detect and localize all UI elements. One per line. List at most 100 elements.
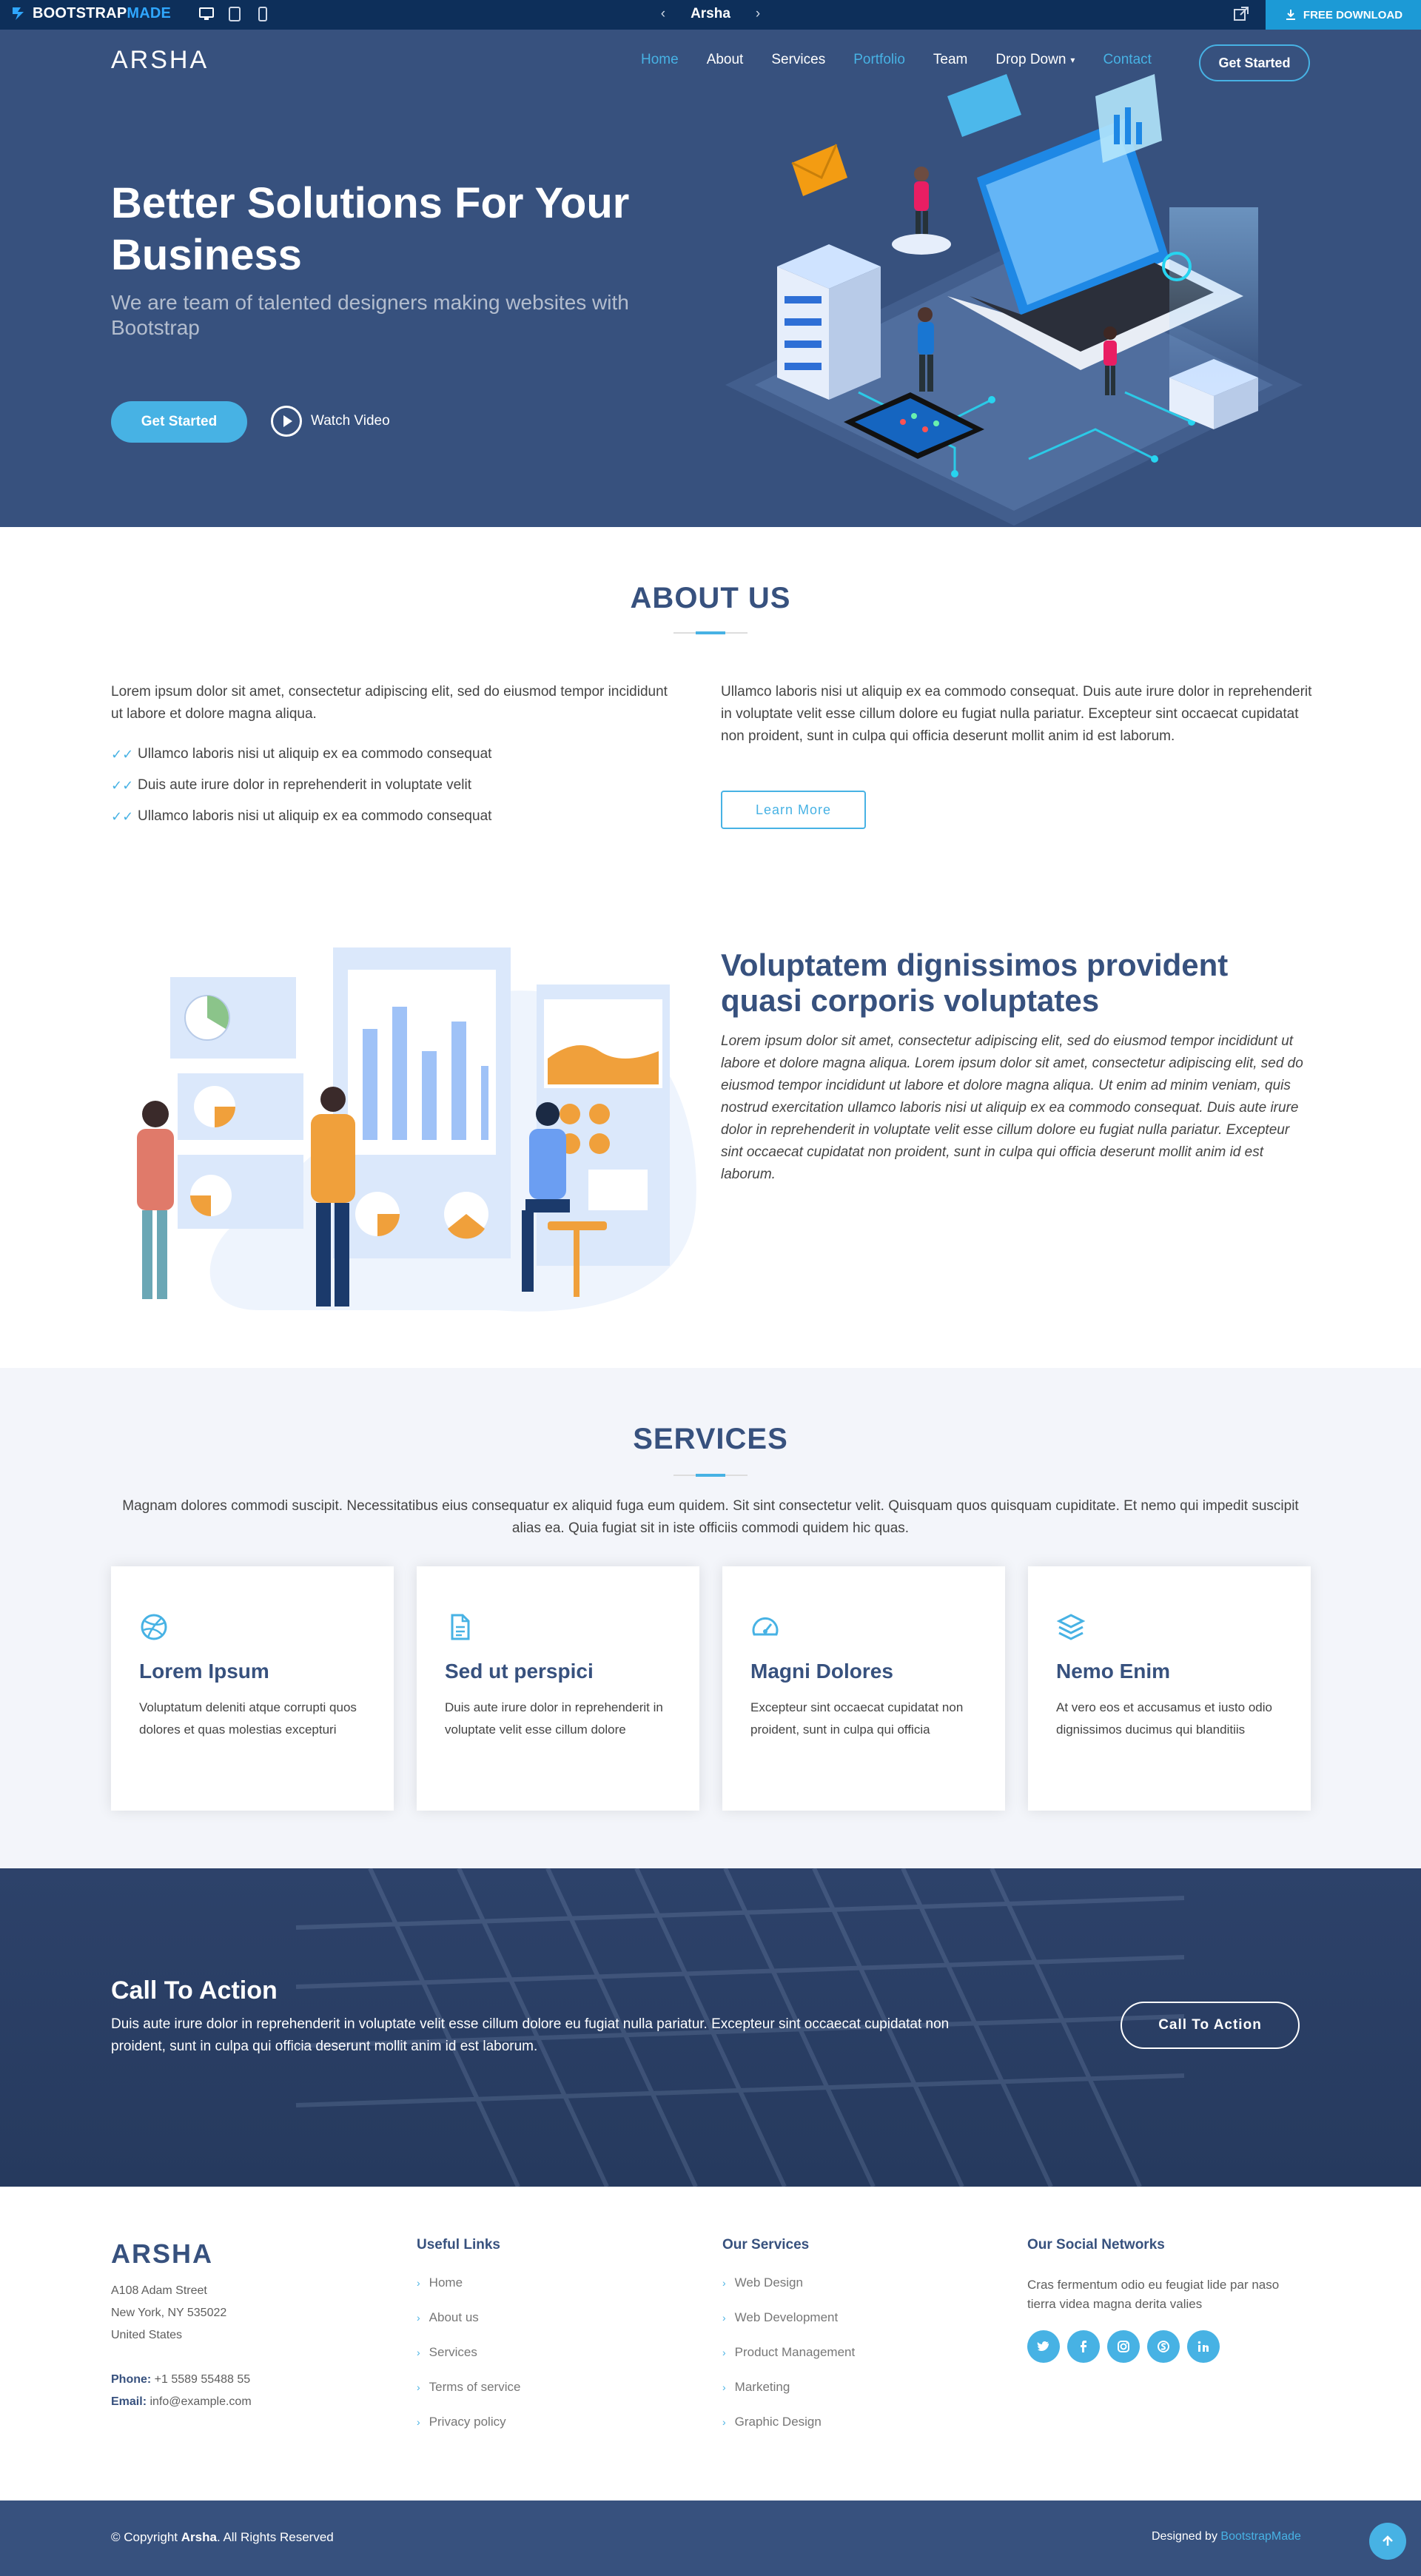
- service-card-nemo-enim[interactable]: Nemo Enim At vero eos et accusamus et iu…: [1028, 1566, 1311, 1811]
- call-to-action-button[interactable]: Call To Action: [1121, 2002, 1300, 2049]
- play-icon: [271, 406, 302, 437]
- footer-link-terms[interactable]: › Terms of service: [417, 2369, 520, 2404]
- about-title-divider: [673, 631, 748, 634]
- footer-link-privacy[interactable]: › Privacy policy: [417, 2404, 520, 2439]
- footer-bottom: © Copyright Arsha. All Rights Reserved D…: [0, 2500, 1421, 2576]
- main-nav: Home About Services Portfolio Team Drop …: [641, 52, 1180, 68]
- why-us-illustration: [137, 947, 696, 1312]
- back-to-top-button[interactable]: [1369, 2523, 1406, 2560]
- designer-link[interactable]: BootstrapMade: [1220, 2530, 1301, 2543]
- download-icon: [1286, 10, 1295, 20]
- next-theme-icon[interactable]: ›: [756, 6, 760, 22]
- cta-title: Call To Action: [111, 1976, 278, 2005]
- nav-home[interactable]: Home: [641, 52, 679, 68]
- service-card-title: Sed ut perspici: [445, 1660, 594, 1683]
- about-list-item-3: Ullamco laboris nisi ut aliquip ex ea co…: [138, 808, 492, 824]
- chevron-right-icon: ›: [417, 2311, 420, 2324]
- why-us-title: Voluptatem dignissimos provident quasi c…: [721, 947, 1229, 1018]
- footer-service-web-development[interactable]: › Web Development: [722, 2300, 855, 2335]
- about-list: ✓✓ Ullamco laboris nisi ut aliquip ex ea …: [111, 739, 673, 832]
- chevron-right-icon: ›: [722, 2276, 726, 2289]
- facebook-icon[interactable]: [1067, 2330, 1100, 2363]
- credits: Designed by BootstrapMade: [1152, 2530, 1301, 2543]
- footer-link-home[interactable]: › Home: [417, 2265, 520, 2300]
- footer-link-label: Services: [429, 2344, 477, 2359]
- hero-illustration: [725, 74, 1303, 526]
- footer-contact: Phone: +1 5589 55488 55 Email: info@exam…: [111, 2369, 252, 2413]
- hero-get-started-button[interactable]: Get Started: [111, 401, 247, 443]
- phone-value: +1 5589 55488 55: [154, 2373, 251, 2386]
- double-check-icon: ✓✓: [111, 808, 134, 824]
- service-card-sed-ut-perspici[interactable]: Sed ut perspici Duis aute irure dolor in…: [417, 1566, 699, 1811]
- chevron-right-icon: ›: [722, 2415, 726, 2428]
- nav-about[interactable]: About: [707, 52, 744, 68]
- twitter-icon[interactable]: [1027, 2330, 1060, 2363]
- footer-service-product-management[interactable]: › Product Management: [722, 2335, 855, 2369]
- footer-social-text: Cras fermentum odio eu feugiat lide par …: [1027, 2278, 1280, 2311]
- free-download-button[interactable]: FREE DOWNLOAD: [1266, 0, 1421, 30]
- footer-brand: ARSHA: [111, 2238, 214, 2269]
- nav-dropdown[interactable]: Drop Down ▾: [995, 52, 1075, 68]
- footer-link-services[interactable]: › Services: [417, 2335, 520, 2369]
- service-card-magni-dolores[interactable]: Magni Dolores Excepteur sint occaecat cu…: [722, 1566, 1005, 1811]
- footer-social-title: Our Social Networks: [1027, 2237, 1165, 2253]
- double-check-icon: ✓✓: [111, 777, 134, 793]
- chevron-right-icon: ›: [417, 2276, 420, 2289]
- footer-address: A108 Adam Street New York, NY 535022 Uni…: [111, 2280, 226, 2347]
- layers-icon: [1056, 1614, 1086, 1640]
- nav-services[interactable]: Services: [771, 52, 825, 68]
- service-card-text: Duis aute irure dolor in reprehenderit i…: [445, 1700, 663, 1737]
- services-intro: Magnam dolores commodi suscipit. Necessi…: [122, 1498, 1299, 1536]
- footer-link-label: Privacy policy: [429, 2414, 506, 2429]
- speedometer-icon: [752, 1617, 779, 1636]
- footer-link-label: Home: [429, 2275, 463, 2290]
- chevron-right-icon: ›: [417, 2346, 420, 2358]
- social-links: [1027, 2330, 1220, 2363]
- nav-team[interactable]: Team: [933, 52, 967, 68]
- address-line-1: A108 Adam Street: [111, 2284, 207, 2297]
- service-card-title: Nemo Enim: [1056, 1660, 1171, 1683]
- instagram-icon[interactable]: [1107, 2330, 1140, 2363]
- site-logo[interactable]: ARSHA: [111, 46, 209, 75]
- address-line-2: New York, NY 535022: [111, 2307, 227, 2319]
- free-download-label: FREE DOWNLOAD: [1303, 8, 1403, 21]
- about-left-text: Lorem ipsum dolor sit amet, consectetur …: [111, 684, 668, 722]
- footer-our-services: Our Services › Web Design › Web Developmen…: [722, 2237, 855, 2439]
- footer-our-services-title: Our Services: [722, 2237, 810, 2253]
- email-label: Email:: [111, 2395, 147, 2408]
- services-title: SERVICES: [633, 1423, 788, 1455]
- nav-contact[interactable]: Contact: [1103, 52, 1151, 68]
- chevron-right-icon: ›: [722, 2311, 726, 2324]
- services-title-divider: [673, 1474, 748, 1477]
- arrow-up-icon: [1383, 2535, 1393, 2546]
- hero-section: ARSHA Home About Services Portfolio Team…: [0, 30, 1421, 527]
- skype-icon[interactable]: [1147, 2330, 1180, 2363]
- email-value[interactable]: info@example.com: [150, 2395, 251, 2408]
- service-card-lorem-ipsum[interactable]: Lorem Ipsum Voluptatum deleniti atque co…: [111, 1566, 394, 1811]
- prev-theme-icon[interactable]: ‹: [661, 6, 665, 22]
- address-line-3: United States: [111, 2329, 183, 2341]
- footer-link-label: Terms of service: [429, 2379, 521, 2394]
- linkedin-icon[interactable]: [1187, 2330, 1220, 2363]
- footer-link-about[interactable]: › About us: [417, 2300, 520, 2335]
- footer-service-graphic-design[interactable]: › Graphic Design: [722, 2404, 855, 2439]
- phone-label: Phone:: [111, 2373, 152, 2386]
- external-link-icon[interactable]: [1232, 4, 1251, 24]
- footer-service-marketing[interactable]: › Marketing: [722, 2369, 855, 2404]
- watch-video-link[interactable]: Watch Video: [271, 406, 390, 437]
- double-check-icon: ✓✓: [111, 746, 134, 762]
- copyright-prefix: © Copyright: [111, 2530, 178, 2544]
- chevron-right-icon: ›: [417, 2415, 420, 2428]
- learn-more-button[interactable]: Learn More: [721, 791, 866, 829]
- footer-service-web-design[interactable]: › Web Design: [722, 2265, 855, 2300]
- footer-social: Our Social Networks: [1027, 2237, 1165, 2265]
- footer-link-label: Graphic Design: [734, 2414, 822, 2429]
- nav-portfolio[interactable]: Portfolio: [853, 52, 905, 68]
- service-card-text: At vero eos et accusamus et iusto odio d…: [1056, 1700, 1272, 1737]
- list-item: ✓✓ Duis aute irure dolor in reprehenderit…: [111, 770, 673, 801]
- watch-video-label: Watch Video: [311, 413, 390, 429]
- file-icon: [451, 1614, 470, 1640]
- why-us-text: Lorem ipsum dolor sit amet, consectetur …: [721, 1033, 1303, 1182]
- list-item: ✓✓ Ullamco laboris nisi ut aliquip ex ea …: [111, 801, 673, 832]
- hero-title: Better Solutions For Your Business: [111, 179, 630, 279]
